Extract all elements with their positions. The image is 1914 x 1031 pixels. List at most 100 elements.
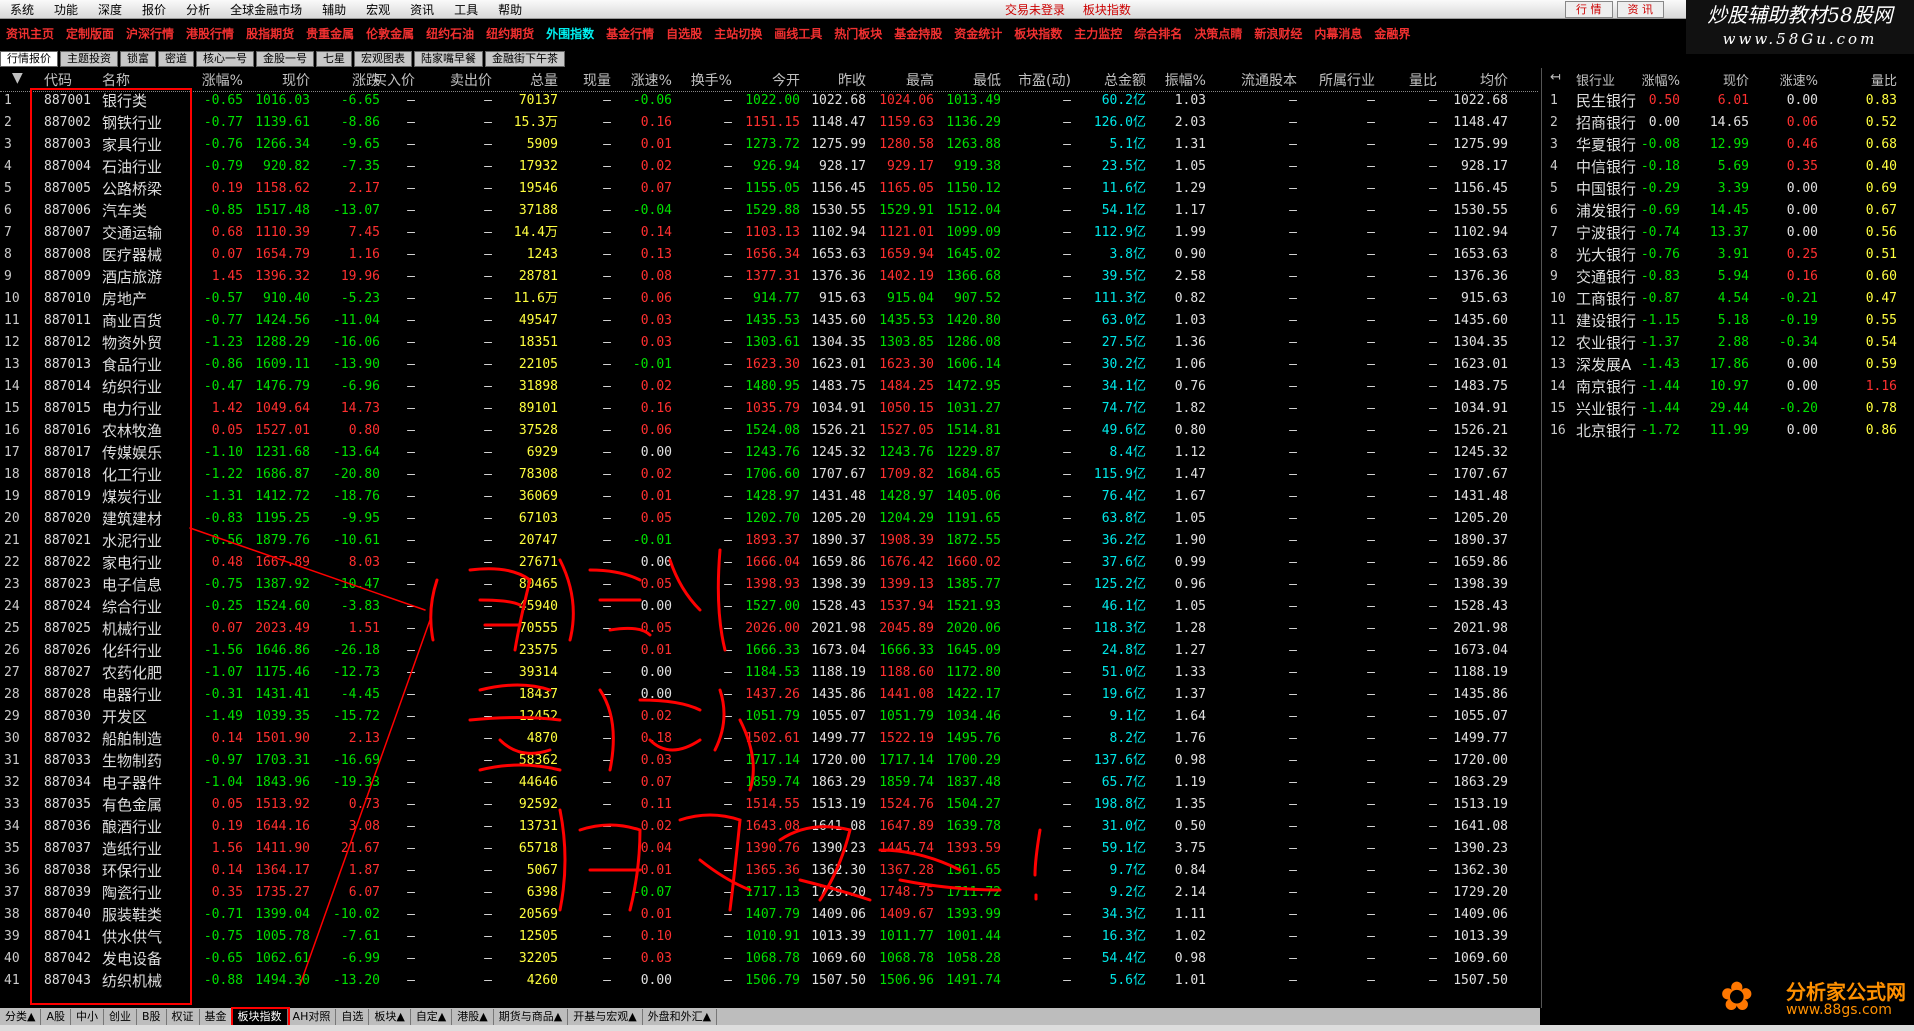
table-row[interactable]: 5 887005 公路桥梁 0.19 1158.62 2.17— —19546—0.07—1… [0, 178, 1538, 200]
sort-icon[interactable]: ▼ [12, 70, 23, 86]
panel-pin-icon[interactable]: ↤ [1550, 70, 1561, 85]
col-header-11[interactable]: 今开 [772, 70, 800, 90]
menu-item-1[interactable]: 功能 [44, 1, 88, 18]
tab-8[interactable]: 陆家嘴早餐 [414, 51, 483, 67]
table-row[interactable]: 32 887034 电子器件 -1.04 1843.96 -19.33— —44646—0.… [0, 772, 1538, 794]
quick-link-17[interactable]: 板块指数 [1008, 25, 1068, 42]
bank-row[interactable]: 10 工商银行 -0.87 4.54 -0.21 0.47 [1542, 288, 1914, 310]
tab-4[interactable]: 核心一号 [196, 51, 254, 67]
bank-row[interactable]: 4 中信银行 -0.18 5.69 0.35 0.40 [1542, 156, 1914, 178]
quick-link-1[interactable]: 定制版面 [60, 25, 120, 42]
bottom-tab-0[interactable]: 分类▲ [0, 1008, 42, 1025]
table-row[interactable]: 22 887022 家电行业 0.48 1667.89 8.03— —27671—0.00—… [0, 552, 1538, 574]
table-row[interactable]: 15 887015 电力行业 1.42 1049.64 14.73— —89101—0.16… [0, 398, 1538, 420]
table-row[interactable]: 21 887021 水泥行业 -0.56 1879.76 -10.61— —20747— -0… [0, 530, 1538, 552]
table-row[interactable]: 13 887013 食品行业 -0.86 1609.11 -13.90— —22105— -0… [0, 354, 1538, 376]
table-row[interactable]: 41 887043 纺织机械 -0.88 1494.30 -13.20— —4260—0.0… [0, 970, 1538, 992]
table-row[interactable]: 7 887007 交通运输 0.68 1110.39 7.45— —14.4万 —0.14—1… [0, 222, 1538, 244]
quick-link-9[interactable]: 外围指数 [540, 25, 600, 42]
menu-item-4[interactable]: 分析 [176, 1, 220, 18]
col-header-14[interactable]: 最低 [973, 70, 1001, 90]
col-header-21[interactable]: 均价 [1480, 70, 1508, 90]
tab-0[interactable]: 行情报价 [0, 51, 58, 67]
bottom-tab-13[interactable]: 期货与商品▲ [494, 1008, 569, 1025]
tab-2[interactable]: 锁富 [120, 51, 156, 67]
bank-row[interactable]: 1 民生银行 0.50 6.01 0.00 0.83 [1542, 90, 1914, 112]
table-row[interactable]: 12 887012 物资外贸 -1.23 1288.29 -16.06— —18351—0.… [0, 332, 1538, 354]
table-row[interactable]: 24 887024 综合行业 -0.25 1524.60 -3.83— —45940—0.0… [0, 596, 1538, 618]
col-header-9[interactable]: 涨速% [631, 70, 672, 90]
bottom-tab-1[interactable]: A股 [41, 1008, 71, 1025]
bank-col-header-3[interactable]: 涨速% [1780, 70, 1818, 89]
quick-link-10[interactable]: 基金行情 [600, 25, 660, 42]
table-row[interactable]: 37 887039 陶瓷行业 0.35 1735.27 6.07— —6398— -0.07—… [0, 882, 1538, 904]
tab-7[interactable]: 宏观图表 [354, 51, 412, 67]
bank-row[interactable]: 8 光大银行 -0.76 3.91 0.25 0.51 [1542, 244, 1914, 266]
menu-item-3[interactable]: 报价 [132, 1, 176, 18]
table-row[interactable]: 35 887037 造纸行业 1.56 1411.90 21.67— —65718—0.04… [0, 838, 1538, 860]
bank-row[interactable]: 6 浦发银行 -0.69 14.45 0.00 0.67 [1542, 200, 1914, 222]
quote-button[interactable]: 行 情 [1565, 1, 1613, 18]
menu-item-6[interactable]: 辅助 [312, 1, 356, 18]
bottom-tab-5[interactable]: 权证 [167, 1008, 200, 1025]
tab-9[interactable]: 金融街下午茶 [485, 51, 565, 67]
table-row[interactable]: 38 887040 服装鞋类 -0.71 1399.04 -10.02— —20569—0.… [0, 904, 1538, 926]
quick-link-5[interactable]: 贵重金属 [300, 25, 360, 42]
bank-row[interactable]: 16 北京银行 -1.72 11.99 0.00 0.86 [1542, 420, 1914, 442]
tab-3[interactable]: 密道 [158, 51, 194, 67]
col-header-15[interactable]: 市盈(动) [1018, 70, 1071, 90]
table-row[interactable]: 33 887035 有色金属 0.05 1513.92 0.73— —92592—0.11—… [0, 794, 1538, 816]
quick-link-3[interactable]: 港股行情 [180, 25, 240, 42]
col-header-18[interactable]: 流通股本 [1241, 70, 1297, 90]
quick-link-8[interactable]: 纽约期货 [480, 25, 540, 42]
bank-row[interactable]: 9 交通银行 -0.83 5.94 0.16 0.60 [1542, 266, 1914, 288]
quick-link-16[interactable]: 资金统计 [948, 25, 1008, 42]
menu-item-5[interactable]: 全球金融市场 [220, 1, 312, 18]
bottom-tab-6[interactable]: 基金 [200, 1008, 233, 1025]
table-row[interactable]: 3 887003 家具行业 -0.76 1266.34 -9.65— —5909—0.01—… [0, 134, 1538, 156]
tab-1[interactable]: 主题投资 [60, 51, 118, 67]
table-row[interactable]: 2 887002 钢铁行业 -0.77 1139.61 -8.86— —15.3万 —0.16… [0, 112, 1538, 134]
quick-link-18[interactable]: 主力监控 [1068, 25, 1128, 42]
quick-link-2[interactable]: 沪深行情 [120, 25, 180, 42]
menu-item-7[interactable]: 宏观 [356, 1, 400, 18]
menu-item-8[interactable]: 资讯 [400, 1, 444, 18]
table-row[interactable]: 29 887030 开发区 -1.49 1039.35 -15.72— —12452—0.0… [0, 706, 1538, 728]
table-row[interactable]: 18 887018 化工行业 -1.22 1686.87 -20.80— —78308—0.… [0, 464, 1538, 486]
bank-row[interactable]: 7 宁波银行 -0.74 13.37 0.00 0.56 [1542, 222, 1914, 244]
quick-link-0[interactable]: 资讯主页 [0, 25, 60, 42]
table-row[interactable]: 9 887009 酒店旅游 1.45 1396.32 19.96— —28781—0.08—… [0, 266, 1538, 288]
quick-link-6[interactable]: 伦敦金属 [360, 25, 420, 42]
quick-link-20[interactable]: 决策点睛 [1188, 25, 1248, 42]
quick-link-4[interactable]: 股指期货 [240, 25, 300, 42]
tab-5[interactable]: 金股一号 [256, 51, 314, 67]
bank-row[interactable]: 3 华夏银行 -0.08 12.99 0.46 0.68 [1542, 134, 1914, 156]
table-row[interactable]: 4 887004 石油行业 -0.79 920.82 -7.35— —17932—0.02—… [0, 156, 1538, 178]
bank-row[interactable]: 13 深发展A -1.43 17.86 0.00 0.59 [1542, 354, 1914, 376]
table-row[interactable]: 17 887017 传媒娱乐 -1.10 1231.68 -13.64— —6929—0.0… [0, 442, 1538, 464]
bank-row[interactable]: 5 中国银行 -0.29 3.39 0.00 0.69 [1542, 178, 1914, 200]
table-row[interactable]: 39 887041 供水供气 -0.75 1005.78 -7.61— —12505—0.1… [0, 926, 1538, 948]
bottom-tab-11[interactable]: 自定▲ [411, 1008, 453, 1025]
menu-item-10[interactable]: 帮助 [488, 1, 532, 18]
bottom-tab-15[interactable]: 外盘和外汇▲ [643, 1008, 718, 1025]
quick-link-12[interactable]: 主站切换 [708, 25, 768, 42]
col-header-6[interactable]: 卖出价 [450, 70, 492, 90]
col-header-1[interactable]: 名称 [102, 70, 130, 90]
col-header-7[interactable]: 总量 [530, 70, 558, 90]
table-row[interactable]: 28 887028 电器行业 -0.31 1431.41 -4.45— —18437—0.0… [0, 684, 1538, 706]
table-row[interactable]: 34 887036 酿酒行业 0.19 1644.16 3.08— —13731—0.02—… [0, 816, 1538, 838]
menu-item-0[interactable]: 系统 [0, 1, 44, 18]
quick-link-23[interactable]: 金融界 [1368, 25, 1416, 42]
bottom-tab-12[interactable]: 港股▲ [452, 1008, 494, 1025]
col-header-13[interactable]: 最高 [906, 70, 934, 90]
bottom-tab-7[interactable]: 板块指数 [230, 1006, 290, 1027]
table-row[interactable]: 23 887023 电子信息 -0.75 1387.92 -10.47— —80465—0.… [0, 574, 1538, 596]
col-header-5[interactable]: 买入价 [373, 70, 415, 90]
col-header-17[interactable]: 振幅% [1165, 70, 1206, 90]
tab-6[interactable]: 七星 [316, 51, 352, 67]
bottom-tab-8[interactable]: AH对照 [288, 1008, 337, 1025]
bank-row[interactable]: 15 兴业银行 -1.44 29.44 -0.20 0.78 [1542, 398, 1914, 420]
bank-col-header-2[interactable]: 现价 [1723, 70, 1749, 89]
table-row[interactable]: 30 887032 船舶制造 0.14 1501.90 2.13— —4870—0.18—1… [0, 728, 1538, 750]
